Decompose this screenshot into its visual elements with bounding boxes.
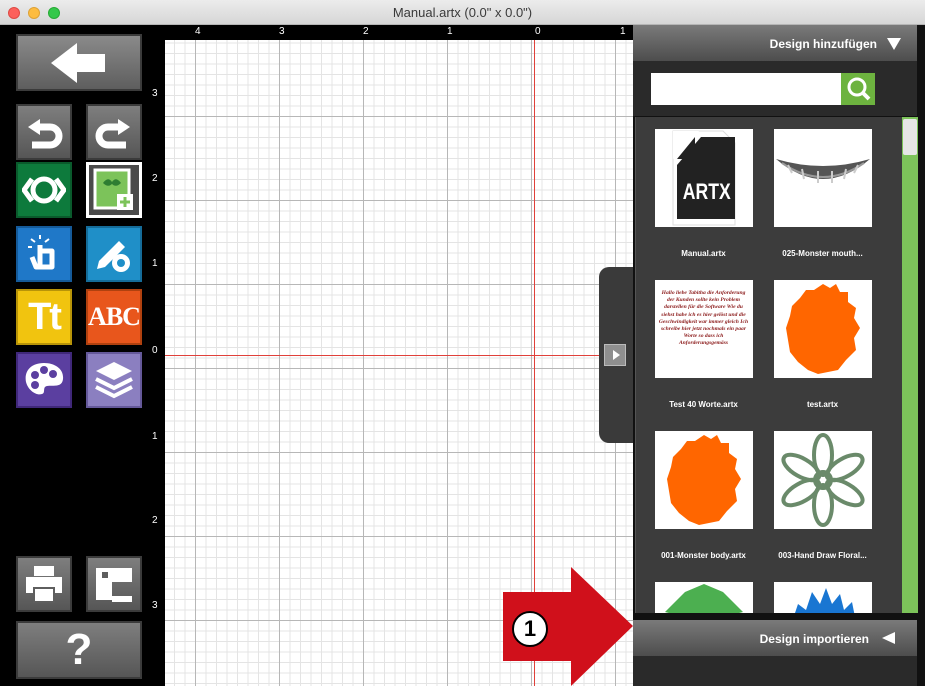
ruler-top: 4 3 2 1 0 1	[151, 25, 633, 40]
redo-icon	[95, 119, 130, 149]
window-titlebar: Manual.artx (0.0" x 0.0")	[0, 0, 925, 25]
scrollbar-thumb[interactable]	[903, 119, 917, 155]
triangle-down-icon	[887, 38, 901, 50]
design-list: ARTX Manual.artx 025-Monster mouth... Ha…	[635, 117, 918, 613]
design-list-scrollbar[interactable]	[902, 117, 918, 613]
layers-button[interactable]	[86, 352, 142, 408]
ruler-left-label: 1	[152, 431, 158, 442]
arrow-left-icon	[51, 42, 105, 83]
monogram-icon: ABC	[88, 302, 141, 331]
search-input[interactable]	[651, 73, 841, 105]
ruler-left-label: 1	[152, 258, 158, 269]
design-thumbnail: ARTX	[654, 129, 753, 227]
design-caption: 025-Monster mouth...	[782, 249, 863, 258]
design-thumbnail: Hallo liebe Tabitha die Anforderung der …	[654, 280, 753, 378]
floral-image	[780, 433, 865, 527]
ruler-left-label: 2	[152, 515, 158, 526]
ruler-top-label: 1	[620, 26, 626, 37]
ruler-top-label: 4	[195, 26, 201, 37]
window-title: Manual.artx (0.0" x 0.0")	[392, 5, 533, 20]
ruler-top-label: 3	[279, 26, 285, 37]
embroidery-text-preview: Hallo liebe Tabitha die Anforderung der …	[658, 290, 749, 347]
design-thumbnail	[654, 582, 753, 613]
design-caption: 003-Hand Draw Floral...	[778, 551, 867, 560]
help-icon: ?	[65, 625, 93, 674]
design-thumbnail	[773, 280, 872, 378]
undo-button[interactable]	[16, 104, 72, 160]
text-icon: Tt	[28, 295, 62, 338]
monster-body-image	[666, 435, 741, 525]
select-button[interactable]	[16, 226, 72, 282]
design-item[interactable]: ARTX Manual.artx	[646, 129, 761, 258]
back-button[interactable]	[16, 34, 142, 91]
design-item[interactable]	[765, 582, 880, 613]
left-toolbar: Tt ABC ?	[0, 25, 151, 686]
printer-icon	[26, 566, 62, 603]
design-panel: Design hinzufügen ARTX Manual.artx 025-M…	[633, 25, 925, 686]
search-bar	[633, 61, 917, 116]
print-button[interactable]	[16, 556, 72, 612]
help-button[interactable]: ?	[16, 621, 142, 679]
import-design-label: Design importieren	[759, 632, 869, 646]
add-design-header-label: Design hinzufügen	[769, 37, 877, 51]
preview-button[interactable]	[16, 162, 72, 218]
monogram-button[interactable]: ABC	[86, 289, 142, 345]
design-thumbnail	[773, 431, 872, 529]
collapse-panel-button[interactable]	[604, 344, 626, 366]
design-item[interactable]: Hallo liebe Tabitha die Anforderung der …	[646, 280, 761, 409]
design-caption: Test 40 Worte.artx	[669, 400, 738, 409]
ruler-top-label: 0	[535, 26, 541, 37]
search-icon	[847, 77, 871, 101]
panel-bottom-bar	[633, 656, 917, 686]
eye-icon	[22, 176, 66, 204]
design-caption: Manual.artx	[681, 249, 726, 258]
design-caption: test.artx	[806, 400, 839, 409]
undo-icon	[28, 119, 63, 149]
design-item[interactable]: test.artx	[765, 280, 880, 409]
palette-icon	[25, 363, 64, 395]
design-item[interactable]	[646, 582, 761, 613]
image-add-icon	[93, 168, 133, 210]
hand-pointer-icon	[28, 235, 55, 270]
design-item[interactable]: 001-Monster body.artx	[646, 431, 761, 560]
callout-number-badge: 1	[512, 611, 548, 647]
colors-button[interactable]	[16, 352, 72, 408]
edit-design-button[interactable]	[86, 226, 142, 282]
send-to-machine-button[interactable]	[86, 556, 142, 612]
add-design-header[interactable]: Design hinzufügen	[633, 25, 917, 61]
ruler-left-label: 0	[152, 345, 158, 356]
ruler-left-label: 3	[152, 88, 158, 99]
text-button[interactable]: Tt	[16, 289, 72, 345]
machine-icon	[96, 568, 132, 602]
design-item[interactable]: 025-Monster mouth...	[765, 129, 880, 258]
pencil-gear-icon	[97, 241, 130, 272]
monster-body-image	[785, 284, 860, 374]
ruler-top-label: 1	[447, 26, 453, 37]
add-design-button[interactable]	[86, 162, 142, 218]
redo-button[interactable]	[86, 104, 142, 160]
artx-file-label: ARTX	[682, 179, 731, 204]
design-item[interactable]: 003-Hand Draw Floral...	[765, 431, 880, 560]
design-thumbnail	[654, 431, 753, 529]
triangle-left-icon	[882, 632, 895, 644]
search-button[interactable]	[841, 73, 875, 105]
design-thumbnail	[773, 582, 872, 613]
ruler-left-label: 3	[152, 600, 158, 611]
ruler-left-label: 2	[152, 173, 158, 184]
monster-mouth-image	[775, 159, 870, 183]
green-shape-image	[664, 584, 743, 613]
ruler-left: 3 2 1 0 1 2 3	[151, 25, 165, 686]
blue-shape-image	[794, 588, 854, 613]
design-caption: 001-Monster body.artx	[661, 551, 746, 560]
design-thumbnail	[773, 129, 872, 227]
import-design-button[interactable]: Design importieren	[633, 620, 917, 656]
layers-icon	[95, 362, 133, 399]
ruler-top-label: 2	[363, 26, 369, 37]
horizontal-guide-line	[165, 355, 633, 356]
